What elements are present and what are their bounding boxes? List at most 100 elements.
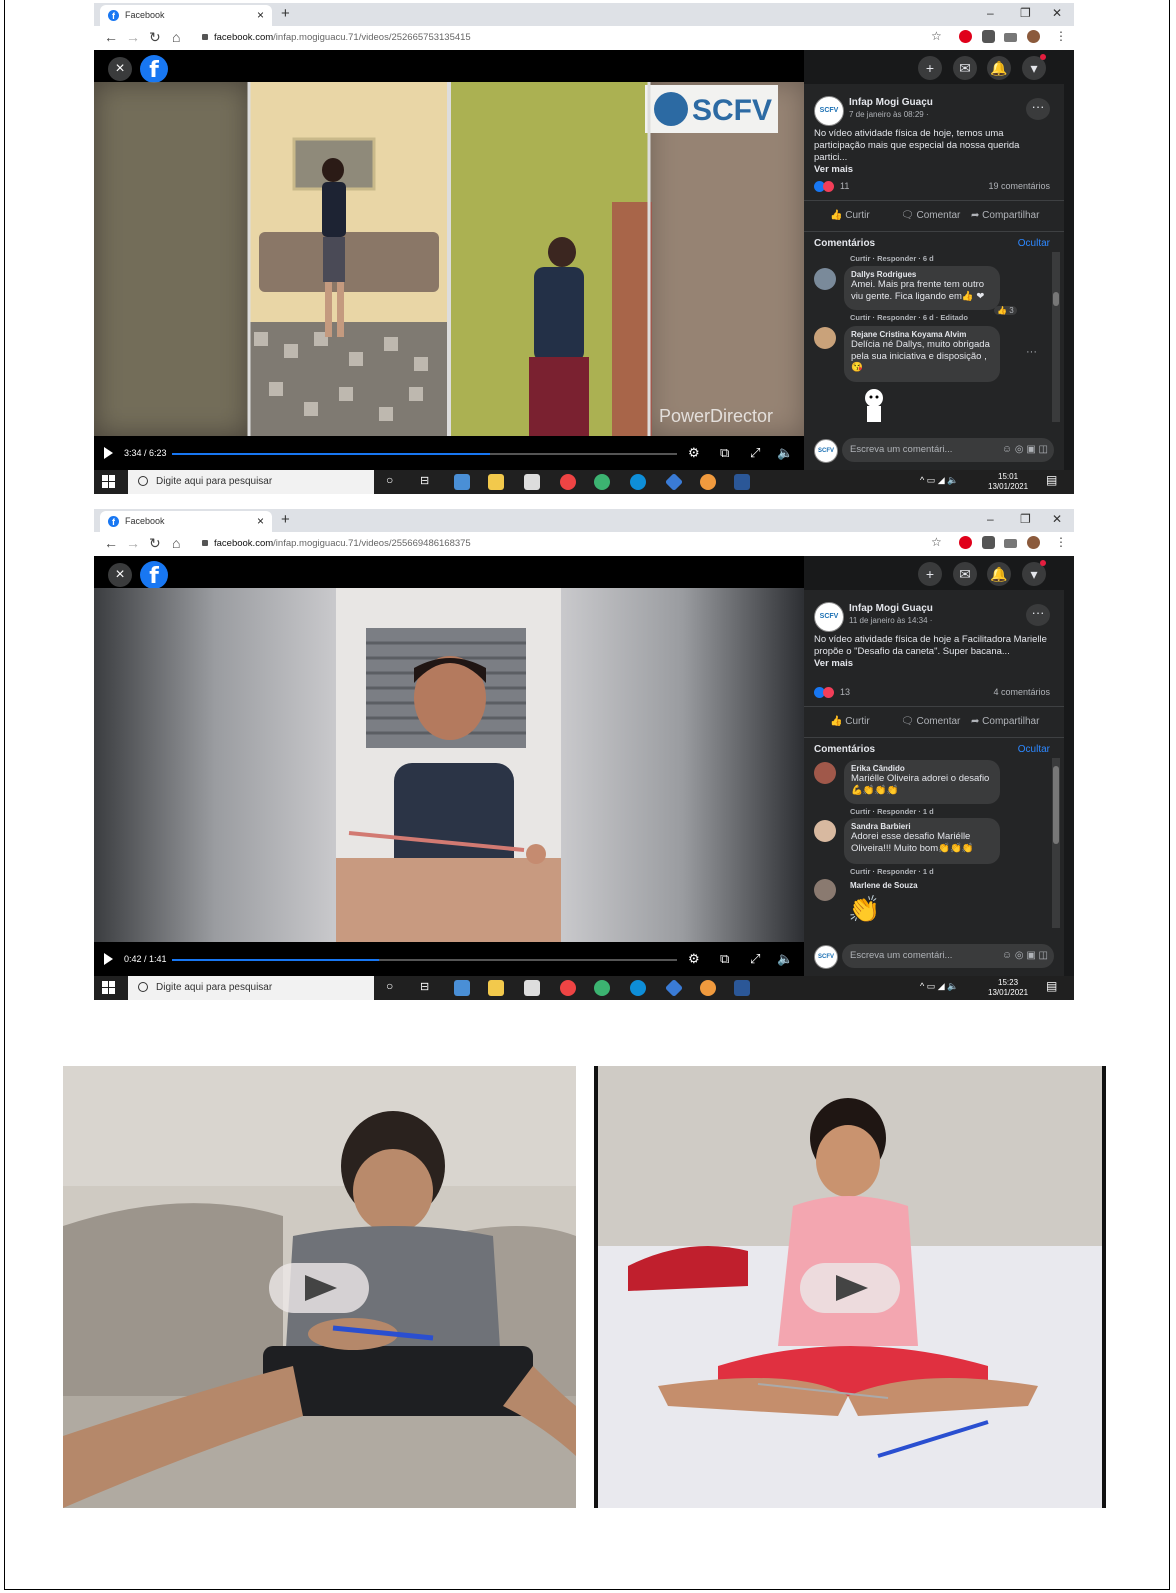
store-icon[interactable]: [524, 980, 540, 996]
tab-close-icon[interactable]: ×: [257, 514, 264, 528]
app-icon[interactable]: [664, 978, 684, 998]
hide-comments-link[interactable]: Ocultar: [1018, 744, 1050, 755]
new-tab-icon[interactable]: +: [281, 511, 290, 528]
video-progress-bar[interactable]: [172, 453, 677, 455]
avatar[interactable]: [814, 820, 836, 842]
taskbar-search[interactable]: Digite aqui para pesquisar: [128, 470, 374, 494]
comment-author[interactable]: Dallys Rodrigues: [851, 270, 993, 279]
facebook-icon[interactable]: f: [140, 561, 168, 589]
comment-meta[interactable]: Curtir · Responder · 1 d: [850, 807, 934, 816]
play-button[interactable]: [269, 1263, 369, 1313]
browser-tab[interactable]: f Facebook ×: [100, 511, 272, 532]
plus-icon[interactable]: +: [918, 56, 942, 80]
avatar[interactable]: [814, 327, 836, 349]
forward-icon[interactable]: →: [126, 29, 140, 45]
minimize-icon[interactable]: –: [987, 6, 994, 20]
extensions-icon[interactable]: [982, 536, 995, 549]
comment-input[interactable]: Escreva um comentári... ☺ ◎ ▣ ◫: [842, 944, 1054, 968]
restore-icon[interactable]: ❐: [1020, 6, 1031, 20]
fullscreen-icon[interactable]: ⤢: [750, 951, 760, 967]
windows-start-icon[interactable]: [102, 981, 116, 995]
windows-start-icon[interactable]: [102, 475, 116, 489]
bell-icon[interactable]: 🔔: [987, 562, 1011, 586]
reload-icon[interactable]: ↻: [149, 29, 161, 46]
scroll-thumb[interactable]: [1053, 766, 1059, 844]
bookmark-star-icon[interactable]: ☆: [931, 29, 942, 43]
word-icon[interactable]: [734, 980, 750, 996]
like-button[interactable]: 👍 Curtir: [830, 716, 870, 727]
avatar[interactable]: [814, 879, 836, 901]
panel-scrollbar[interactable]: [1064, 50, 1074, 470]
hide-comments-link[interactable]: Ocultar: [1018, 238, 1050, 249]
comment-reaction-badge[interactable]: 👍 3: [994, 306, 1017, 315]
plus-icon[interactable]: +: [918, 562, 942, 586]
notifications-icon[interactable]: ▤: [1046, 473, 1057, 487]
fullscreen-icon[interactable]: ⤢: [750, 445, 760, 461]
window-close-icon[interactable]: ✕: [1052, 512, 1062, 526]
url-field[interactable]: facebook.com/infap.mogiguacu.71/videos/2…: [202, 538, 471, 549]
messenger-icon[interactable]: ✉: [953, 56, 977, 80]
page-name[interactable]: Infap Mogi Guaçu: [849, 97, 933, 108]
share-button[interactable]: ➦ Compartilhar: [971, 716, 1039, 727]
minimize-icon[interactable]: –: [987, 512, 994, 526]
chrome-icon[interactable]: [560, 474, 576, 490]
page-name[interactable]: Infap Mogi Guaçu: [849, 603, 933, 614]
app-icon[interactable]: [664, 472, 684, 492]
mail-app-icon[interactable]: [454, 980, 470, 996]
page-avatar[interactable]: SCFV: [814, 602, 844, 632]
close-icon[interactable]: ×: [108, 563, 132, 587]
video-thumbnail-1[interactable]: [63, 1066, 576, 1508]
play-icon[interactable]: [104, 447, 113, 459]
post-more-icon[interactable]: ···: [1026, 98, 1050, 120]
back-icon[interactable]: ←: [104, 535, 118, 551]
app-icon[interactable]: [700, 474, 716, 490]
new-tab-icon[interactable]: +: [281, 5, 290, 22]
profile-avatar-icon[interactable]: [1027, 536, 1040, 549]
play-icon[interactable]: [104, 953, 113, 965]
miniplayer-icon[interactable]: ⧉: [720, 951, 729, 967]
cortana-icon[interactable]: ○: [386, 979, 393, 993]
video-frame[interactable]: SCFV PowerDirector: [94, 82, 804, 436]
scroll-thumb[interactable]: [1053, 292, 1059, 306]
opera-extension-icon[interactable]: [959, 536, 972, 549]
bell-icon[interactable]: 🔔: [987, 56, 1011, 80]
comment-input[interactable]: Escreva um comentári... ☺ ◎ ▣ ◫: [842, 438, 1054, 462]
emoji-icons[interactable]: ☺ ◎ ▣ ◫: [1002, 438, 1048, 462]
like-button[interactable]: 👍 Curtir: [830, 210, 870, 221]
comment-meta[interactable]: Curtir · Responder · 1 d: [850, 867, 934, 876]
video-thumbnail-2[interactable]: [594, 1066, 1106, 1508]
video-frame[interactable]: [94, 588, 804, 942]
close-icon[interactable]: ×: [108, 57, 132, 81]
comment-button[interactable]: 🗨 Comentar: [901, 716, 960, 727]
app-icon[interactable]: [594, 980, 610, 996]
taskbar-search[interactable]: Digite aqui para pesquisar: [128, 976, 374, 1000]
see-more-link[interactable]: Ver mais: [814, 658, 1054, 670]
comment-meta[interactable]: Curtir · Responder · 6 d · Editado: [850, 313, 968, 322]
word-icon[interactable]: [734, 474, 750, 490]
restore-icon[interactable]: ❐: [1020, 512, 1031, 526]
comment-more-icon[interactable]: ···: [1026, 346, 1037, 358]
comment-button[interactable]: 🗨 Comentar: [901, 210, 960, 221]
comments-count[interactable]: 19 comentários: [988, 181, 1050, 191]
miniplayer-icon[interactable]: ⧉: [720, 445, 729, 461]
comment-author[interactable]: Rejane Cristina Koyama Alvim: [851, 330, 993, 339]
app-icon[interactable]: [594, 474, 610, 490]
edge-icon[interactable]: [630, 980, 646, 996]
comment-meta[interactable]: Curtir · Responder · 6 d: [850, 254, 934, 263]
opera-extension-icon[interactable]: [959, 30, 972, 43]
see-more-link[interactable]: Ver mais: [814, 164, 1054, 176]
comment-author[interactable]: Sandra Barbieri: [851, 822, 993, 831]
panel-scrollbar[interactable]: [1064, 556, 1074, 976]
file-explorer-icon[interactable]: [488, 980, 504, 996]
volume-icon[interactable]: 🔈: [777, 951, 793, 967]
reading-list-icon[interactable]: [1004, 33, 1017, 42]
system-tray-icons[interactable]: ^ ▭ ◢ 🔈: [920, 981, 958, 992]
comments-count[interactable]: 4 comentários: [993, 687, 1050, 697]
file-explorer-icon[interactable]: [488, 474, 504, 490]
video-progress-bar[interactable]: [172, 959, 677, 961]
page-avatar[interactable]: SCFV: [814, 96, 844, 126]
gear-icon[interactable]: ⚙: [688, 445, 700, 461]
forward-icon[interactable]: →: [126, 535, 140, 551]
system-tray-icons[interactable]: ^ ▭ ◢ 🔈: [920, 475, 958, 486]
home-icon[interactable]: ⌂: [172, 29, 180, 45]
